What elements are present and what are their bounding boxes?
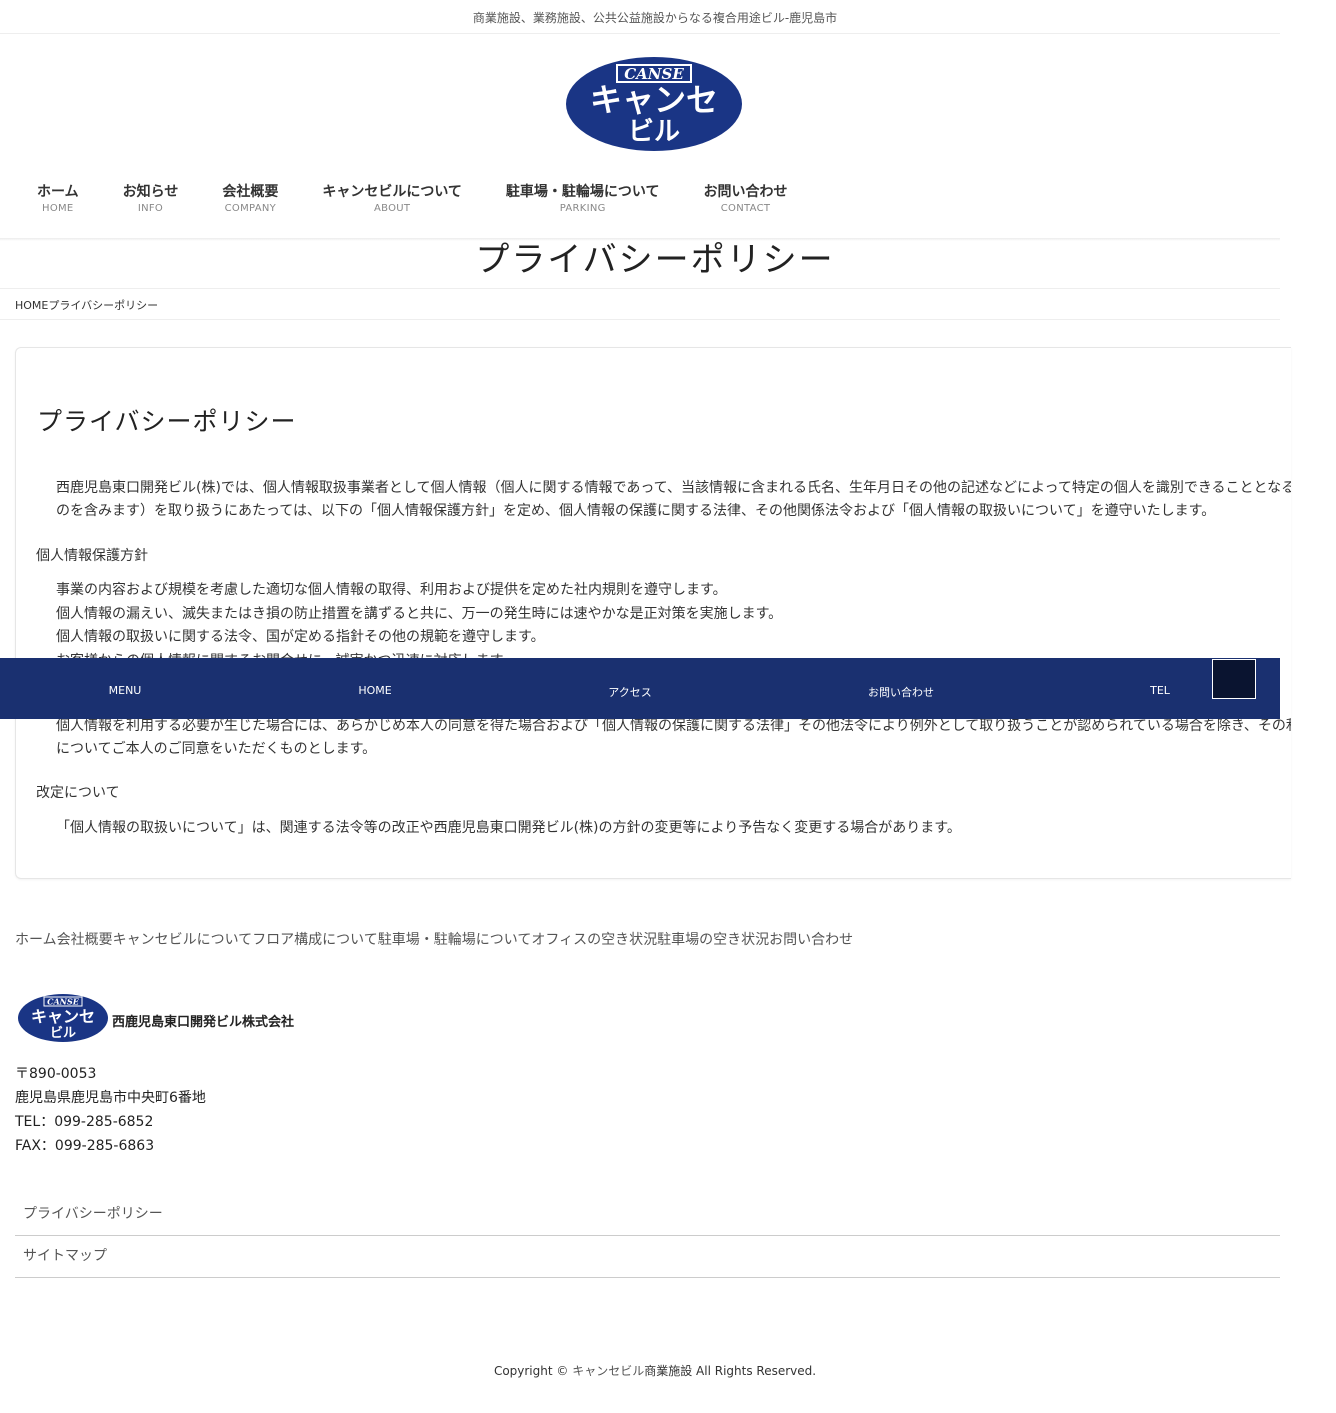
divider xyxy=(0,288,1280,289)
nav-item-label: お知らせ xyxy=(122,184,179,200)
divider xyxy=(0,33,1280,34)
fixed-bar-home-button[interactable]: HOME xyxy=(315,684,435,697)
content-box: プライバシーポリシー 西鹿児島東口開発ビル(株)では、個人情報取扱事業者として個… xyxy=(15,347,1291,879)
canse-logo-mark: CANSE キャンセ ビル xyxy=(566,57,742,151)
footer-link-office-vacancy[interactable]: オフィスの空き状況 xyxy=(531,932,657,948)
copyright-prefix: Copyright © xyxy=(493,1364,573,1378)
policy-item: 個人情報の取扱いに関する法令、国が定める指針その他の規範を遵守します。 xyxy=(56,629,545,645)
footer-link-privacy-policy[interactable]: プライバシーポリシー xyxy=(15,1194,1280,1236)
page: 商業施設、業務施設、公共公益施設からなる複合用途ビル-鹿児島市 CANSE キャ… xyxy=(0,0,1291,1413)
company-name: 西鹿児島東口開発ビル株式会社 xyxy=(112,1015,295,1030)
site-logo[interactable]: CANSE キャンセ ビル xyxy=(565,56,743,152)
nav-item-sublabel: CONTACT xyxy=(720,203,771,214)
breadcrumb: HOMEプライバシーポリシー xyxy=(15,297,158,313)
footer-link-company[interactable]: 会社概要 xyxy=(57,932,113,948)
nav-item-home[interactable]: ホーム HOME xyxy=(15,183,101,217)
postal-code: 〒890-0053 xyxy=(15,1066,97,1082)
usage-text-line: についてご本人のご同意をいただくものとします。 xyxy=(56,741,377,757)
breadcrumb-home-link[interactable]: HOME xyxy=(15,299,48,312)
content-heading: プライバシーポリシー xyxy=(37,407,297,436)
logo-sub-text: ビル xyxy=(50,1025,76,1041)
breadcrumb-current: プライバシーポリシー xyxy=(48,299,159,312)
footer-logo[interactable]: CANSE キャンセ ビル xyxy=(17,993,109,1043)
canse-logo-mark: CANSE キャンセ ビル xyxy=(18,994,108,1042)
nav-item-label: キャンセビルについて xyxy=(322,184,462,200)
divider xyxy=(0,319,1280,320)
footer-sub-links: プライバシーポリシー サイトマップ xyxy=(15,1194,1280,1278)
footer-link-parking[interactable]: 駐車場・駐輪場について xyxy=(378,932,532,948)
page-title: プライバシーポリシー xyxy=(475,240,835,280)
footer-link-sitemap[interactable]: サイトマップ xyxy=(15,1236,1280,1278)
logo-main-text: キャンセ xyxy=(590,81,718,119)
logo-sub-text: ビル xyxy=(628,117,680,147)
nav-item-sublabel: COMPANY xyxy=(224,203,277,214)
page-top-button[interactable] xyxy=(1212,659,1256,699)
nav-item-parking[interactable]: 駐車場・駐輪場について PARKING xyxy=(484,183,682,217)
copyright: Copyright © キャンセビル商業施設 All Rights Reserv… xyxy=(0,1362,1310,1379)
policy-item: 個人情報の漏えい、滅失またはき損の防止措置を講ずると共に、万一の発生時には速やか… xyxy=(56,606,783,622)
intro-text-line: 西鹿児島東口開発ビル(株)では、個人情報取扱事業者として個人情報（個人に関する情… xyxy=(56,480,1291,496)
footer-link-contact[interactable]: お問い合わせ xyxy=(769,932,853,948)
fixed-bar-access-button[interactable]: アクセス xyxy=(570,684,690,700)
nav-item-sublabel: ABOUT xyxy=(373,203,411,214)
nav-item-about[interactable]: キャンセビルについて ABOUT xyxy=(300,183,484,217)
logo-top-text: CANSE xyxy=(47,997,80,1007)
footer-nav: ホーム会社概要キャンセビルについてフロア構成について駐車場・駐輪場についてオフィ… xyxy=(15,929,853,949)
copyright-brand-link[interactable]: キャンセビル xyxy=(572,1364,644,1378)
policy-heading: 個人情報保護方針 xyxy=(36,548,148,564)
nav-item-sublabel: HOME xyxy=(42,203,74,214)
footer-link-home[interactable]: ホーム xyxy=(15,932,57,948)
copyright-suffix: 商業施設 All Rights Reserved. xyxy=(644,1364,817,1378)
fixed-bar-menu-button[interactable]: MENU xyxy=(65,684,185,697)
footer-link-parking-vacancy[interactable]: 駐車場の空き状況 xyxy=(657,932,769,948)
nav-item-contact[interactable]: お問い合わせ CONTACT xyxy=(682,183,810,217)
global-nav: ホーム HOME お知らせ INFO 会社概要 COMPANY キャンセビルにつ… xyxy=(15,183,810,217)
fixed-bottom-bar: MENU HOME アクセス お問い合わせ TEL xyxy=(0,658,1280,719)
nav-item-label: 駐車場・駐輪場について xyxy=(505,184,660,200)
nav-item-info[interactable]: お知らせ INFO xyxy=(101,183,201,217)
revision-heading: 改定について xyxy=(36,785,120,801)
fax-number: FAX：099-285-6863 xyxy=(15,1138,155,1154)
fixed-bar-contact-button[interactable]: お問い合わせ xyxy=(841,684,961,700)
intro-text-line: のを含みます）を取り扱うにあたっては、以下の「個人情報保護方針」を定め、個人情報… xyxy=(56,503,1216,519)
tel-number: TEL：099-285-6852 xyxy=(15,1114,154,1130)
footer-link-floor[interactable]: フロア構成について xyxy=(252,932,378,948)
site-tagline: 商業施設、業務施設、公共公益施設からなる複合用途ビル-鹿児島市 xyxy=(472,11,838,25)
nav-item-sublabel: PARKING xyxy=(559,203,606,214)
nav-item-label: ホーム xyxy=(37,184,79,200)
nav-item-label: お問い合わせ xyxy=(703,184,788,200)
footer-link-about[interactable]: キャンセビルについて xyxy=(113,932,253,948)
fixed-bar-tel-button[interactable]: TEL xyxy=(1100,684,1220,697)
logo-main-text: キャンセ xyxy=(31,1007,95,1026)
revision-text: 「個人情報の取扱いについて」は、関連する法令等の改正や西鹿児島東口開発ビル(株)… xyxy=(56,820,961,836)
nav-item-label: 会社概要 xyxy=(222,184,279,200)
address: 鹿児島県鹿児島市中央町6番地 xyxy=(15,1090,206,1106)
policy-item: 事業の内容および規模を考慮した適切な個人情報の取得、利用および提供を定めた社内規… xyxy=(56,582,727,598)
nav-item-sublabel: INFO xyxy=(137,203,164,214)
nav-item-company[interactable]: 会社概要 COMPANY xyxy=(200,183,300,217)
